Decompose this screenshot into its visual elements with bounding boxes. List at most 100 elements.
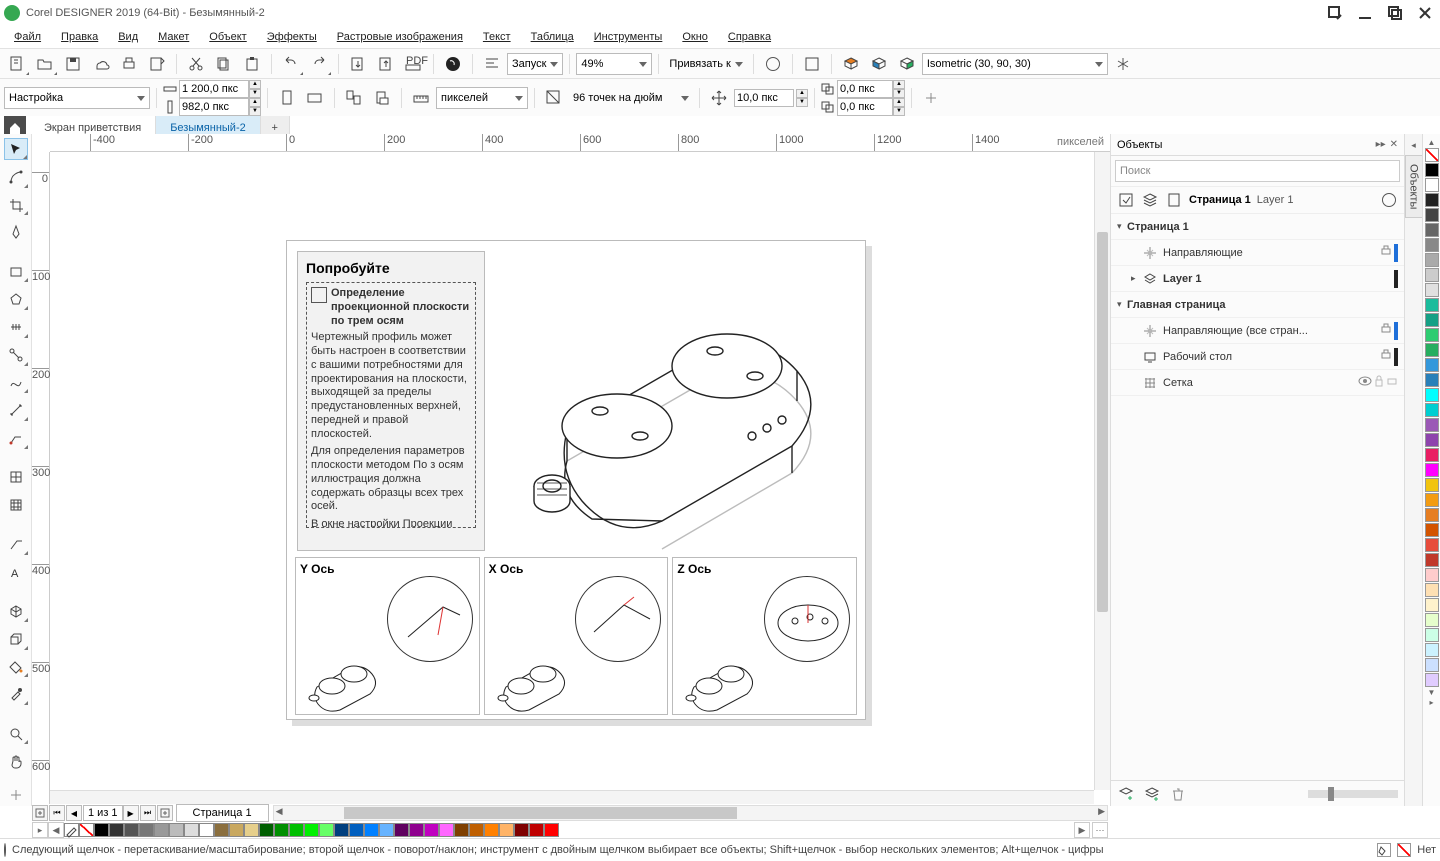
- color-swatch[interactable]: [1425, 553, 1439, 567]
- units-dropdown[interactable]: пикселей: [436, 87, 528, 109]
- tree-row[interactable]: Направляющие: [1111, 240, 1404, 266]
- window-extra-icon[interactable]: [1324, 2, 1346, 24]
- color-swatch[interactable]: [1425, 223, 1439, 237]
- extrude-tool[interactable]: [4, 628, 28, 650]
- height-up[interactable]: ▲: [249, 98, 261, 107]
- color-swatch[interactable]: [169, 823, 184, 837]
- menu-object[interactable]: Объект: [201, 29, 254, 45]
- search-button[interactable]: [440, 52, 466, 76]
- zoom-tool[interactable]: [4, 723, 28, 745]
- rp-icon2[interactable]: [1141, 191, 1159, 209]
- tree-row[interactable]: ▾Главная страница: [1111, 292, 1404, 318]
- rp-icon3[interactable]: [1165, 191, 1183, 209]
- color-swatch[interactable]: [499, 823, 514, 837]
- color-swatch[interactable]: [1425, 298, 1439, 312]
- pick-tool[interactable]: [4, 138, 28, 160]
- no-fill-swatch-h[interactable]: [79, 823, 94, 837]
- color-swatch[interactable]: [289, 823, 304, 837]
- menu-help[interactable]: Справка: [720, 29, 779, 45]
- color-swatch[interactable]: [1425, 268, 1439, 282]
- horizontal-ruler[interactable]: -400-2000200400600800100012001400 пиксел…: [50, 134, 1110, 152]
- printer-icon[interactable]: [1380, 245, 1392, 260]
- color-swatch[interactable]: [154, 823, 169, 837]
- launch-dropdown[interactable]: Запуск: [507, 53, 563, 75]
- visibility-icon[interactable]: [1358, 376, 1372, 389]
- rp-delete-icon[interactable]: [1169, 785, 1187, 803]
- table-tool[interactable]: [4, 466, 28, 488]
- printer-icon[interactable]: [1380, 349, 1392, 364]
- color-swatch[interactable]: [1425, 568, 1439, 582]
- color-swatch[interactable]: [439, 823, 454, 837]
- pen-tool[interactable]: [4, 221, 28, 243]
- bswatch-left[interactable]: ◀: [48, 822, 64, 838]
- color-swatch[interactable]: [469, 823, 484, 837]
- color-swatch[interactable]: [274, 823, 289, 837]
- menu-edit[interactable]: Правка: [53, 29, 106, 45]
- export2-button[interactable]: [373, 52, 399, 76]
- pdf-button[interactable]: PDF: [401, 52, 427, 76]
- menu-table[interactable]: Таблица: [523, 29, 582, 45]
- color-swatch[interactable]: [364, 823, 379, 837]
- connector-tool[interactable]: [4, 344, 28, 366]
- color-swatch[interactable]: [1425, 598, 1439, 612]
- linear-pattern-tool[interactable]: [4, 316, 28, 338]
- menu-text[interactable]: Текст: [475, 29, 519, 45]
- landscape-button[interactable]: [302, 86, 328, 110]
- color-swatch[interactable]: [1425, 193, 1439, 207]
- swatch-down-arrow[interactable]: ▼: [1425, 688, 1439, 698]
- undo-button[interactable]: [278, 52, 304, 76]
- color-swatch[interactable]: [1425, 508, 1439, 522]
- nudge-down[interactable]: ▼: [796, 98, 808, 107]
- new-button[interactable]: [4, 52, 30, 76]
- color-swatch[interactable]: [1425, 388, 1439, 402]
- close-button[interactable]: [1414, 2, 1436, 24]
- cube-right-icon[interactable]: [894, 52, 920, 76]
- color-swatch[interactable]: [1425, 673, 1439, 687]
- color-swatch[interactable]: [184, 823, 199, 837]
- color-swatch[interactable]: [1425, 163, 1439, 177]
- color-swatch[interactable]: [1425, 343, 1439, 357]
- color-swatch[interactable]: [319, 823, 334, 837]
- cube-top-icon[interactable]: [838, 52, 864, 76]
- tree-row[interactable]: ▾Страница 1: [1111, 214, 1404, 240]
- tree-row[interactable]: Рабочий стол: [1111, 344, 1404, 370]
- color-swatch[interactable]: [1425, 253, 1439, 267]
- color-swatch[interactable]: [244, 823, 259, 837]
- bswatch-right[interactable]: ▶: [1074, 822, 1090, 838]
- options-gear-icon[interactable]: [760, 52, 786, 76]
- tree-row[interactable]: ▸Layer 1: [1111, 266, 1404, 292]
- color-swatch[interactable]: [394, 823, 409, 837]
- page-first[interactable]: ⏮: [49, 805, 65, 821]
- page-add-before[interactable]: [32, 805, 48, 821]
- dpi-dropdown[interactable]: 96 точек на дюйм: [569, 87, 693, 109]
- no-fill-swatch[interactable]: [1425, 148, 1439, 162]
- bounding-box-icon[interactable]: [799, 52, 825, 76]
- fill-tool[interactable]: [4, 656, 28, 678]
- fill-indicator[interactable]: [1377, 843, 1391, 857]
- polygon-tool[interactable]: [4, 288, 28, 310]
- align-button[interactable]: [479, 52, 505, 76]
- panel-collapse-icon[interactable]: ▸▸: [1376, 139, 1386, 150]
- status-gear-icon[interactable]: [4, 844, 6, 856]
- cut-button[interactable]: [183, 52, 209, 76]
- cloud-button[interactable]: [88, 52, 114, 76]
- objects-vtab[interactable]: Объекты: [1405, 155, 1423, 218]
- open-button[interactable]: [32, 52, 58, 76]
- page-width-input[interactable]: 1 200,0 пкс: [179, 80, 249, 98]
- page-height-input[interactable]: 982,0 пкс: [179, 98, 249, 116]
- menu-layout[interactable]: Макет: [150, 29, 197, 45]
- right-strip-arrow[interactable]: ◂: [1411, 140, 1416, 151]
- portrait-button[interactable]: [274, 86, 300, 110]
- color-swatch[interactable]: [214, 823, 229, 837]
- callout2-tool[interactable]: [4, 533, 28, 555]
- bswatch-flyout[interactable]: ⋯: [1092, 822, 1108, 838]
- color-swatch[interactable]: [1425, 208, 1439, 222]
- color-swatch[interactable]: [1425, 313, 1439, 327]
- nudge-up[interactable]: ▲: [796, 89, 808, 98]
- color-swatch[interactable]: [1425, 538, 1439, 552]
- color-swatch[interactable]: [1425, 403, 1439, 417]
- color-swatch[interactable]: [544, 823, 559, 837]
- color-swatch[interactable]: [1425, 178, 1439, 192]
- horizontal-scrollbar[interactable]: ◀ ▶: [273, 805, 1108, 821]
- add-tool[interactable]: [4, 784, 28, 806]
